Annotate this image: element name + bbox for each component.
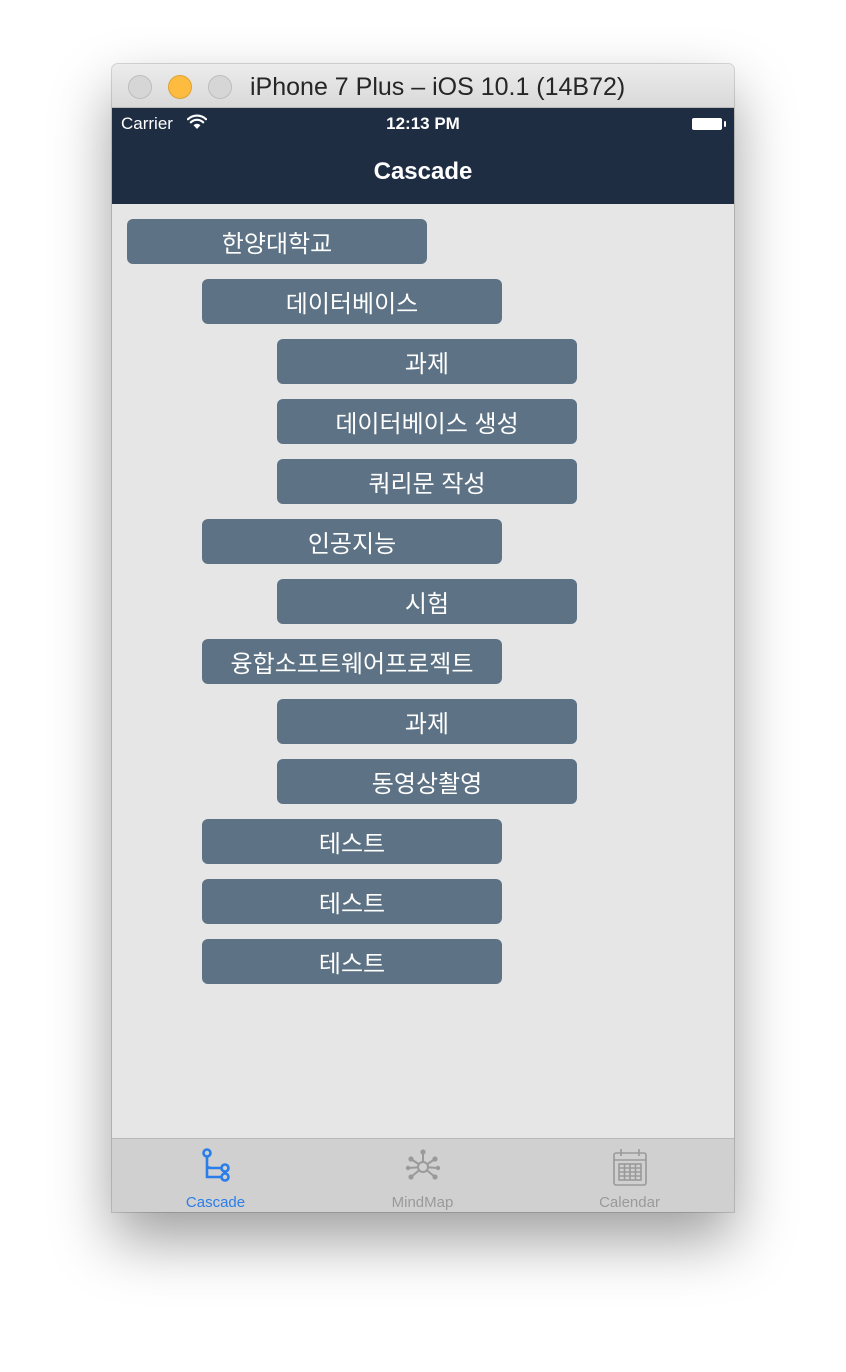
tab-label: MindMap xyxy=(391,1194,454,1211)
tree-node[interactable]: 쿼리문 작성 xyxy=(277,459,577,504)
page-title: Cascade xyxy=(373,158,473,185)
tree-node-label: 과제 xyxy=(404,351,450,378)
tree-node-label: 과제 xyxy=(404,711,450,738)
window-titlebar: iPhone 7 Plus – iOS 10.1 (14B72) xyxy=(112,64,734,108)
tab-label: Calendar xyxy=(599,1194,660,1211)
status-time: 12:13 PM xyxy=(386,114,460,133)
tree-node[interactable]: 시험 xyxy=(277,579,577,624)
minimize-window-button[interactable] xyxy=(168,75,192,99)
battery-icon xyxy=(692,118,726,130)
tree-node-label: 한양대학교 xyxy=(221,231,333,258)
mindmap-icon xyxy=(405,1149,441,1180)
tree-node-label: 동영상촬영 xyxy=(371,771,483,798)
tree-node-label: 데이터베이스 생성 xyxy=(335,411,519,438)
simulator-window: iPhone 7 Plus – iOS 10.1 (14B72) Carrier… xyxy=(112,64,734,1212)
tab-mindmap[interactable]: MindMap xyxy=(319,1139,526,1212)
tree-node[interactable]: 동영상촬영 xyxy=(277,759,577,804)
tree-node[interactable]: 테스트 xyxy=(202,819,502,864)
status-bar: Carrier 12:13 PM xyxy=(112,108,734,140)
tree-node[interactable]: 테스트 xyxy=(202,939,502,984)
calendar-icon xyxy=(613,1149,647,1186)
tree-node-label: 테스트 xyxy=(318,891,386,918)
close-window-button[interactable] xyxy=(128,75,152,99)
tree-node-label: 테스트 xyxy=(318,951,386,978)
cascade-tree: 한양대학교 데이터베이스 과제 데이터베이스 생성 쿼리문 작성 인공지능 시험… xyxy=(112,204,734,1212)
tree-node-label: 시험 xyxy=(404,591,450,618)
tree-node-label: 융합소프트웨어프로젝트 xyxy=(230,651,474,678)
tree-node[interactable]: 과제 xyxy=(277,339,577,384)
tab-cascade[interactable]: Cascade xyxy=(112,1139,319,1212)
tree-node-label: 인공지능 xyxy=(307,531,397,558)
tab-bar: Cascade MindMap Calendar xyxy=(112,1138,734,1212)
tree-node[interactable]: 테스트 xyxy=(202,879,502,924)
tree-node-label: 쿼리문 작성 xyxy=(368,471,486,498)
tree-node[interactable]: 인공지능 xyxy=(202,519,502,564)
tree-node[interactable]: 융합소프트웨어프로젝트 xyxy=(202,639,502,684)
window-title: iPhone 7 Plus – iOS 10.1 (14B72) xyxy=(250,73,626,101)
tab-label: Cascade xyxy=(185,1194,246,1211)
navigation-bar: Cascade xyxy=(112,140,734,204)
tree-node-label: 테스트 xyxy=(318,831,386,858)
tree-node[interactable]: 데이터베이스 생성 xyxy=(277,399,577,444)
tree-node[interactable]: 한양대학교 xyxy=(127,219,427,264)
cascade-tree-icon xyxy=(202,1148,230,1182)
zoom-window-button[interactable] xyxy=(208,75,232,99)
tree-node[interactable]: 데이터베이스 xyxy=(202,279,502,324)
tab-calendar[interactable]: Calendar xyxy=(526,1139,733,1212)
tree-node-label: 데이터베이스 xyxy=(285,291,419,318)
tree-node[interactable]: 과제 xyxy=(277,699,577,744)
